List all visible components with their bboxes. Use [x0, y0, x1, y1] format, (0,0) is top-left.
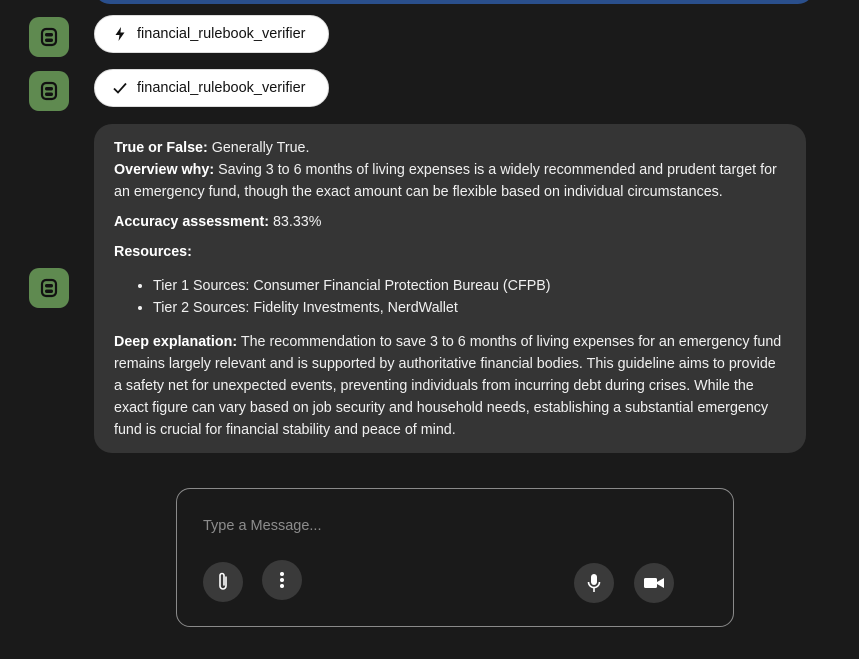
tool-call-done[interactable]: financial_rulebook_verifier — [94, 69, 329, 107]
check-icon — [113, 81, 127, 95]
paperclip-icon — [219, 572, 227, 590]
tool-call-running[interactable]: financial_rulebook_verifier — [94, 15, 329, 53]
more-options-button[interactable] — [262, 560, 302, 600]
accuracy-line: Accuracy assessment: 83.33% — [114, 214, 322, 230]
bot-avatar — [29, 71, 69, 111]
tool-call-label: financial_rulebook_verifier — [137, 80, 306, 96]
resources-list: Tier 1 Sources: Consumer Financial Prote… — [114, 275, 786, 319]
robot-icon — [40, 278, 58, 298]
microphone-icon — [587, 574, 601, 592]
bot-avatar — [29, 268, 69, 308]
robot-icon — [40, 81, 58, 101]
resources-heading: Resources: — [114, 244, 192, 260]
lightning-icon — [113, 27, 127, 41]
bot-avatar — [29, 17, 69, 57]
message-input[interactable]: Type a Message... — [203, 518, 321, 534]
list-item: Tier 2 Sources: Fidelity Investments, Ne… — [153, 297, 786, 319]
tool-call-label: financial_rulebook_verifier — [137, 26, 306, 42]
more-vertical-icon — [280, 572, 284, 588]
list-item: Tier 1 Sources: Consumer Financial Prote… — [153, 275, 786, 297]
assistant-message: True or False: Generally True. Overview … — [94, 124, 806, 453]
robot-icon — [40, 27, 58, 47]
true-false-line: True or False: Generally True. — [114, 140, 310, 156]
video-call-button[interactable] — [634, 563, 674, 603]
deep-explanation: Deep explanation: The recommendation to … — [114, 334, 782, 438]
video-camera-icon — [644, 578, 664, 588]
attach-button[interactable] — [203, 562, 243, 602]
previous-message-edge — [94, 0, 814, 4]
voice-input-button[interactable] — [574, 563, 614, 603]
overview-line: Overview why: Saving 3 to 6 months of li… — [114, 162, 777, 200]
message-composer[interactable]: Type a Message... — [176, 488, 734, 627]
